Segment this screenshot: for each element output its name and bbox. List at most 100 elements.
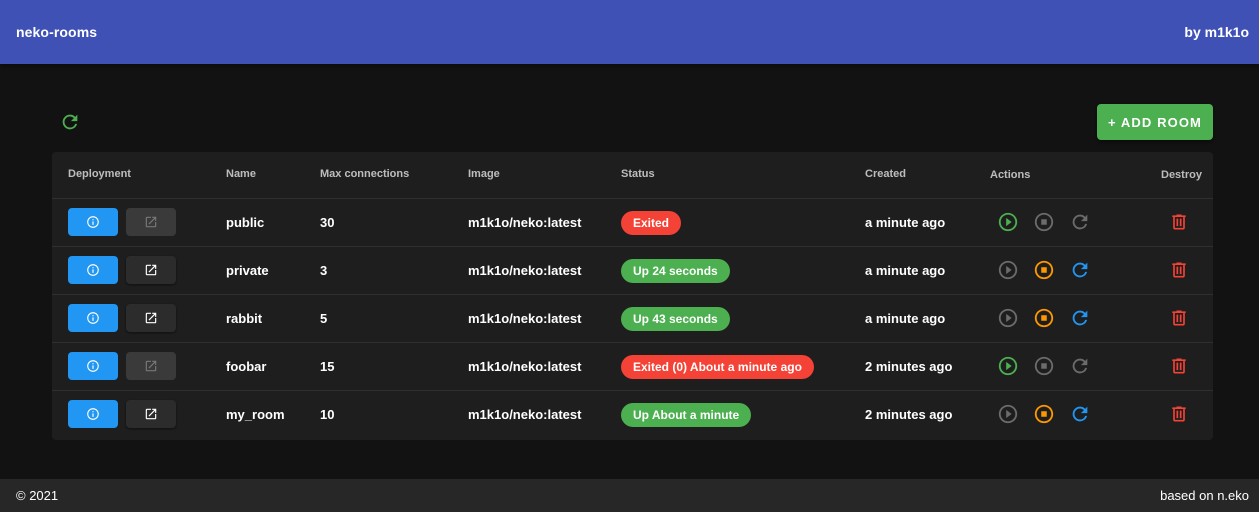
room-info-button[interactable]	[68, 208, 118, 236]
header-name: Name	[226, 168, 256, 180]
status-badge: Up 43 seconds	[621, 306, 730, 331]
open-in-new-icon	[144, 263, 158, 277]
stop-room-button[interactable]	[1032, 402, 1056, 426]
open-in-new-icon	[144, 407, 158, 421]
play-icon	[997, 403, 1019, 425]
restart-room-button[interactable]	[1068, 402, 1092, 426]
header-image: Image	[468, 168, 500, 180]
delete-icon	[1169, 260, 1189, 280]
open-room-button[interactable]	[126, 400, 176, 428]
header-destroy: Destroy	[1161, 169, 1202, 181]
restart-icon	[1069, 211, 1091, 233]
room-info-button[interactable]	[68, 352, 118, 380]
room-name: rabbit	[226, 311, 263, 326]
room-created: 2 minutes ago	[865, 359, 953, 374]
stop-room-button[interactable]	[1032, 306, 1056, 330]
play-icon	[997, 211, 1019, 233]
open-in-new-icon	[144, 311, 158, 325]
restart-icon	[1069, 403, 1091, 425]
rooms-table: Deployment Name Max connections Image St…	[52, 152, 1213, 440]
start-room-button	[996, 258, 1020, 282]
room-max-connections: 10	[320, 407, 335, 422]
play-icon	[997, 259, 1019, 281]
start-room-button[interactable]	[996, 210, 1020, 234]
header-created: Created	[865, 168, 906, 180]
restart-icon	[1069, 307, 1091, 329]
room-created: a minute ago	[865, 263, 946, 278]
start-room-button[interactable]	[996, 354, 1020, 378]
open-in-new-icon	[144, 359, 158, 373]
status-badge: Exited (0) About a minute ago	[621, 354, 814, 379]
restart-room-button[interactable]	[1068, 258, 1092, 282]
room-name: my_room	[226, 407, 285, 422]
table-header: Deployment Name Max connections Image St…	[52, 152, 1213, 199]
play-icon	[997, 355, 1019, 377]
stop-icon	[1033, 211, 1055, 233]
stop-icon	[1033, 259, 1055, 281]
delete-icon	[1169, 356, 1189, 376]
refresh-icon	[62, 114, 78, 130]
room-name: public	[226, 215, 265, 230]
info-icon	[86, 311, 100, 325]
toolbar: + ADD ROOM	[52, 104, 1213, 140]
stop-icon	[1033, 307, 1055, 329]
room-image: m1k1o/neko:latest	[468, 407, 582, 422]
delete-icon	[1169, 308, 1189, 328]
info-icon	[86, 407, 100, 421]
status-badge: Up About a minute	[621, 402, 752, 427]
open-room-button	[126, 208, 176, 236]
copyright-text: © 2021	[16, 488, 59, 503]
destroy-room-button[interactable]	[1167, 306, 1191, 330]
room-created: a minute ago	[865, 311, 946, 326]
room-created: a minute ago	[865, 215, 946, 230]
header-actions: Actions	[990, 169, 1031, 181]
stop-room-button[interactable]	[1032, 258, 1056, 282]
room-max-connections: 5	[320, 311, 328, 326]
app-title: neko-rooms	[16, 24, 98, 40]
room-image: m1k1o/neko:latest	[468, 359, 582, 374]
open-room-button[interactable]	[126, 256, 176, 284]
restart-room-button[interactable]	[1068, 306, 1092, 330]
info-icon	[86, 359, 100, 373]
restart-icon	[1069, 355, 1091, 377]
play-icon	[997, 307, 1019, 329]
room-image: m1k1o/neko:latest	[468, 263, 582, 278]
add-room-button[interactable]: + ADD ROOM	[1097, 104, 1213, 140]
destroy-room-button[interactable]	[1167, 258, 1191, 282]
room-max-connections: 15	[320, 359, 335, 374]
header-max-connections: Max connections	[320, 168, 410, 180]
header-deployment: Deployment	[68, 168, 131, 180]
start-room-button	[996, 306, 1020, 330]
table-row: foobar 15 m1k1o/neko:latest Exited (0) A…	[52, 343, 1213, 391]
info-icon	[86, 263, 100, 277]
room-image: m1k1o/neko:latest	[468, 311, 582, 326]
stop-icon	[1033, 355, 1055, 377]
stop-room-button	[1032, 354, 1056, 378]
status-badge: Up 24 seconds	[621, 258, 730, 283]
room-info-button[interactable]	[68, 256, 118, 284]
restart-icon	[1069, 259, 1091, 281]
room-max-connections: 3	[320, 263, 328, 278]
room-max-connections: 30	[320, 215, 335, 230]
refresh-button[interactable]	[57, 109, 83, 135]
destroy-room-button[interactable]	[1167, 354, 1191, 378]
room-info-button[interactable]	[68, 304, 118, 332]
destroy-room-button[interactable]	[1167, 210, 1191, 234]
destroy-room-button[interactable]	[1167, 402, 1191, 426]
restart-room-button	[1068, 210, 1092, 234]
info-icon	[86, 215, 100, 229]
stop-room-button	[1032, 210, 1056, 234]
credit-text: based on n.eko	[1160, 488, 1249, 503]
author-label: by m1k1o	[1184, 24, 1249, 40]
start-room-button	[996, 402, 1020, 426]
delete-icon	[1169, 404, 1189, 424]
restart-room-button	[1068, 354, 1092, 378]
open-room-button[interactable]	[126, 304, 176, 332]
delete-icon	[1169, 212, 1189, 232]
status-badge: Exited	[621, 210, 682, 235]
table-row: private 3 m1k1o/neko:latest Up 24 second…	[52, 247, 1213, 295]
app-bar: neko-rooms by m1k1o	[0, 0, 1259, 64]
room-info-button[interactable]	[68, 400, 118, 428]
room-image: m1k1o/neko:latest	[468, 215, 582, 230]
footer: © 2021 based on n.eko	[0, 479, 1259, 512]
